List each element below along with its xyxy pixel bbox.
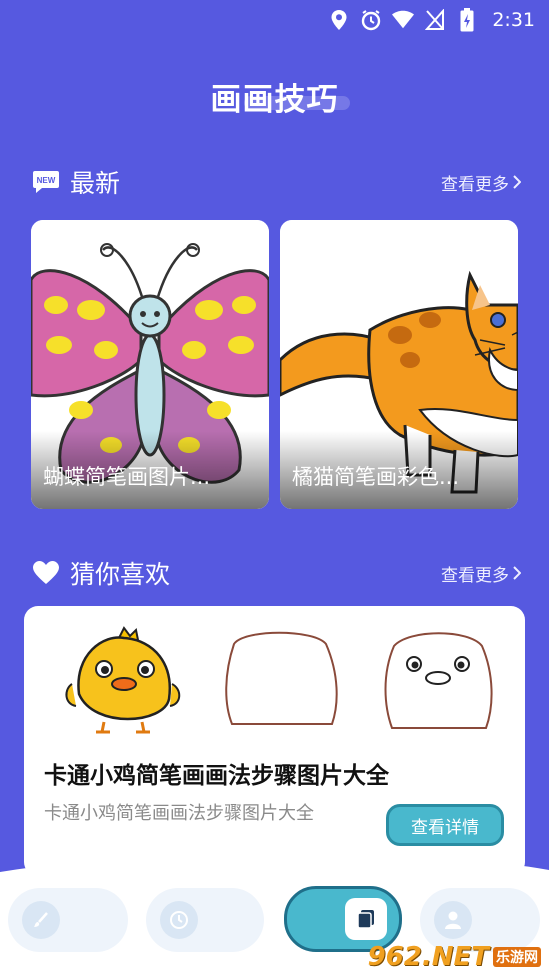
latest-section-title: 最新 — [70, 169, 121, 198]
battery-charging-icon — [456, 8, 478, 32]
watermark: 962.NET 乐游网 — [368, 942, 541, 972]
recommend-description: 卡通小鸡简笔画画法步骤图片大全 — [44, 803, 314, 824]
status-time: 2:31 — [492, 9, 535, 31]
chevron-right-icon — [513, 175, 521, 189]
latest-more-link[interactable]: 查看更多 — [441, 170, 521, 195]
nav-item-history[interactable] — [146, 888, 264, 952]
nav-item-brush[interactable] — [8, 888, 128, 952]
user-icon — [434, 901, 472, 939]
recommend-card[interactable]: 卡通小鸡简笔画画法步骤图片大全 卡通小鸡简笔画画法步骤图片大全 查看详情 — [24, 606, 525, 876]
recommend-title: 卡通小鸡简笔画画法步骤图片大全 — [44, 763, 389, 789]
latest-card-butterfly[interactable]: 蝴蝶简笔画图片... — [31, 220, 269, 509]
status-bar: 2:31 — [0, 0, 549, 40]
page-title: 画画技巧 — [210, 82, 339, 118]
recommend-section-header: 猜你喜欢 查看更多 — [32, 555, 521, 591]
copy-icon — [345, 898, 387, 940]
wifi-icon — [392, 9, 415, 31]
chick-steps-image — [65, 626, 493, 734]
new-badge-text: NEW — [37, 176, 56, 185]
brush-icon — [22, 901, 60, 939]
clock-icon — [160, 901, 198, 939]
heart-icon — [32, 559, 60, 587]
view-details-button[interactable]: 查看详情 — [386, 804, 504, 846]
chevron-right-icon — [513, 566, 521, 580]
card-caption: 蝴蝶简笔画图片... — [43, 465, 211, 489]
recommend-more-link[interactable]: 查看更多 — [441, 561, 521, 586]
alarm-icon — [360, 9, 382, 31]
recommend-section-title: 猜你喜欢 — [70, 560, 171, 589]
new-badge-icon: NEW — [32, 168, 60, 196]
location-icon — [328, 9, 350, 31]
latest-card-cat[interactable]: 橘猫简笔画彩色... — [280, 220, 518, 509]
card-caption: 橘猫简笔画彩色... — [292, 465, 460, 489]
latest-section-header: NEW 最新 查看更多 — [32, 164, 521, 200]
no-signal-icon — [424, 9, 446, 31]
